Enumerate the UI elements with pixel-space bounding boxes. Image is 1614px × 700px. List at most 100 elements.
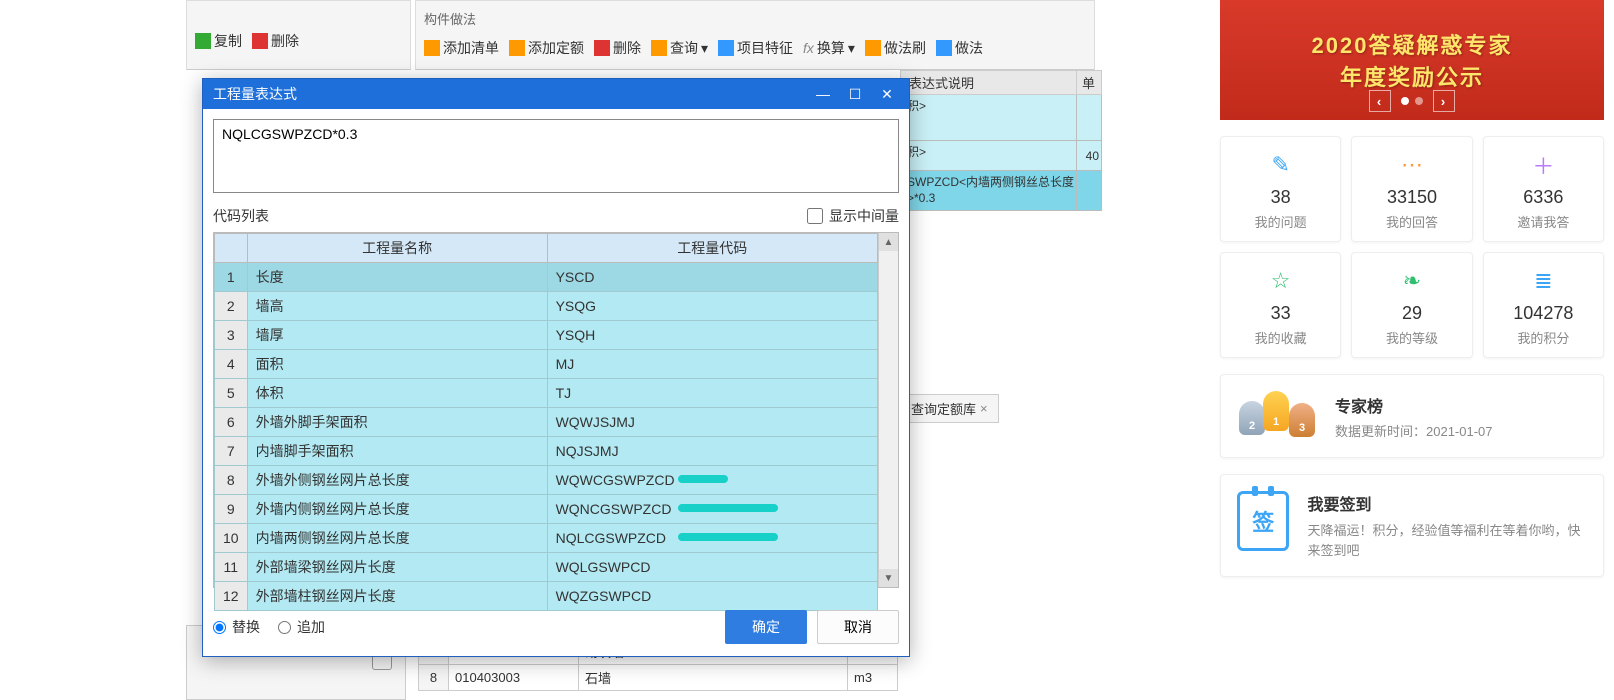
bg-col-unit: 单 40 [1076,70,1102,211]
stat-card[interactable]: ≣104278我的积分 [1483,252,1604,358]
grid-row[interactable]: 7内墙脚手架面积NQJSJMJ [215,437,878,466]
section-title: 构件做法 [424,9,1086,28]
grid-row[interactable]: 2墙高YSQG [215,292,878,321]
delete-label-2: 删除 [613,38,641,58]
query-button[interactable]: 查询 ▾ [651,38,708,58]
grid-row[interactable]: 1长度YSCD [215,263,878,292]
signin-title: 我要签到 [1307,491,1587,515]
add-quota-button[interactable]: 添加定额 [509,38,584,58]
brush-icon [865,40,881,56]
copy-button[interactable]: 复制 [195,31,242,51]
signin-card[interactable]: 签 我要签到 天降福运！积分，经验值等福利在等着你哟，快来签到吧 [1220,474,1604,577]
replace-radio[interactable]: 替换 [213,617,260,637]
scroll-up-icon[interactable]: ▲ [879,233,898,251]
code-cell: YSQH [547,321,877,350]
scroll-down-icon[interactable]: ▼ [879,569,898,587]
search-icon [651,40,667,56]
query-quota-tab[interactable]: 查询定额库× [900,394,999,423]
bg-toolbar-left: 复制 删除 [186,0,411,70]
rownum: 8 [419,665,449,691]
minimize-button[interactable]: — [811,84,835,104]
banner-next-button[interactable]: › [1433,90,1455,112]
chat-icon: ⋯ [1398,151,1426,179]
expression-dialog: 工程量表达式 — ☐ ✕ 代码列表 显示中间量 工程量名称 工程量代码 1长度Y… [202,78,910,657]
banner-dot[interactable] [1401,97,1409,105]
project-feat-label: 项目特征 [737,38,793,58]
add-list-button[interactable]: 添加清单 [424,38,499,58]
banner-line-1: 2020答疑解惑专家 [1312,28,1513,60]
dialog-title: 工程量表达式 [213,84,297,104]
rownum: 12 [215,582,248,611]
append-radio[interactable]: 追加 [278,617,325,637]
stat-label: 我的等级 [1386,328,1438,347]
cancel-button[interactable]: 取消 [817,610,899,644]
medals-icon: 2 1 3 [1237,391,1317,441]
signin-subtitle: 天降福运！积分，经验值等福利在等着你哟，快来签到吧 [1307,521,1587,560]
replace-radio-label: 替换 [232,617,260,637]
delete-button[interactable]: 删除 [252,31,299,51]
table-row[interactable]: 8010403003石墙m3 [419,665,898,691]
delete-button-2[interactable]: 删除 [594,38,641,58]
banner[interactable]: 2020答疑解惑专家 年度奖励公示 ‹ › [1220,0,1604,120]
name-cell: 体积 [247,379,547,408]
stat-card[interactable]: ✎ 38 我的问题 [1220,136,1341,242]
code-cell: NQJSJMJ [547,437,877,466]
grid-row[interactable]: 8外墙外侧钢丝网片总长度WQWCGSWPZCD [215,466,878,495]
append-radio-input[interactable] [278,621,291,634]
rownum: 10 [215,524,248,553]
grid-row[interactable]: 12外部墙柱钢丝网片长度WQZGSWPCD [215,582,878,611]
medal-bronze-icon: 3 [1289,403,1315,437]
project-feat-button[interactable]: 项目特征 [718,38,793,58]
grid-row[interactable]: 6外墙外脚手架面积WQWJSJMJ [215,408,878,437]
grid-row[interactable]: 9外墙内侧钢丝网片总长度WQNCGSWPZCD [215,495,878,524]
stat-card[interactable]: ⋯33150我的回答 [1351,136,1472,242]
convert-label: 换算 [817,38,845,58]
grid-row[interactable]: 11外部墙梁钢丝网片长度WQLGSWPCD [215,553,878,582]
expert-subtitle: 数据更新时间：2021-01-07 [1335,421,1493,440]
stat-label: 我的积分 [1517,328,1569,347]
show-mid-input[interactable] [807,208,823,224]
code-cell: YSQG [547,292,877,321]
convert-button[interactable]: fx 换算 ▾ [803,38,855,58]
stat-number: 6336 [1523,187,1563,208]
banner-dot[interactable] [1415,97,1423,105]
code-list-label: 代码列表 [213,206,269,226]
name-cell: 外墙外脚手架面积 [247,408,547,437]
close-button[interactable]: ✕ [875,84,899,104]
stat-card[interactable]: ❧29我的等级 [1351,252,1472,358]
copy-label: 复制 [214,31,242,51]
col-header: 单 [1076,70,1102,95]
stat-number: 38 [1271,187,1291,208]
scrollbar[interactable]: ▲ ▼ [878,233,898,587]
cell [1076,95,1102,141]
stat-label: 我的问题 [1255,212,1307,231]
feature-icon [718,40,734,56]
expression-input[interactable] [213,119,899,193]
method-button[interactable]: 做法 [936,38,983,58]
name-cell: 石墙 [579,665,848,691]
method-icon [936,40,952,56]
stat-label: 邀请我答 [1517,212,1569,231]
show-mid-checkbox[interactable]: 显示中间量 [807,206,899,226]
banner-nav: ‹ › [1369,90,1455,112]
coin-icon: ≣ [1529,267,1557,295]
grid-row[interactable]: 4面积MJ [215,350,878,379]
close-icon[interactable]: × [980,401,988,416]
grid-row[interactable]: 10内墙两侧钢丝网片总长度NQLCGSWPZCD [215,524,878,553]
dialog-titlebar[interactable]: 工程量表达式 — ☐ ✕ [203,79,909,109]
brush-button[interactable]: 做法刷 [865,38,926,58]
expert-card[interactable]: 2 1 3 专家榜 数据更新时间：2021-01-07 [1220,374,1604,458]
grid-row[interactable]: 5体积TJ [215,379,878,408]
cell: 积> [900,95,1095,141]
stat-card[interactable]: ＋6336邀请我答 [1483,136,1604,242]
maximize-button[interactable]: ☐ [843,84,867,104]
show-mid-label: 显示中间量 [829,206,899,226]
banner-prev-button[interactable]: ‹ [1369,90,1391,112]
grid-row[interactable]: 3墙厚YSQH [215,321,878,350]
replace-radio-input[interactable] [213,621,226,634]
plus-icon [424,40,440,56]
stat-card[interactable]: ☆33我的收藏 [1220,252,1341,358]
note-icon: ✎ [1267,151,1295,179]
ok-button[interactable]: 确定 [725,610,807,644]
method-label: 做法 [955,38,983,58]
